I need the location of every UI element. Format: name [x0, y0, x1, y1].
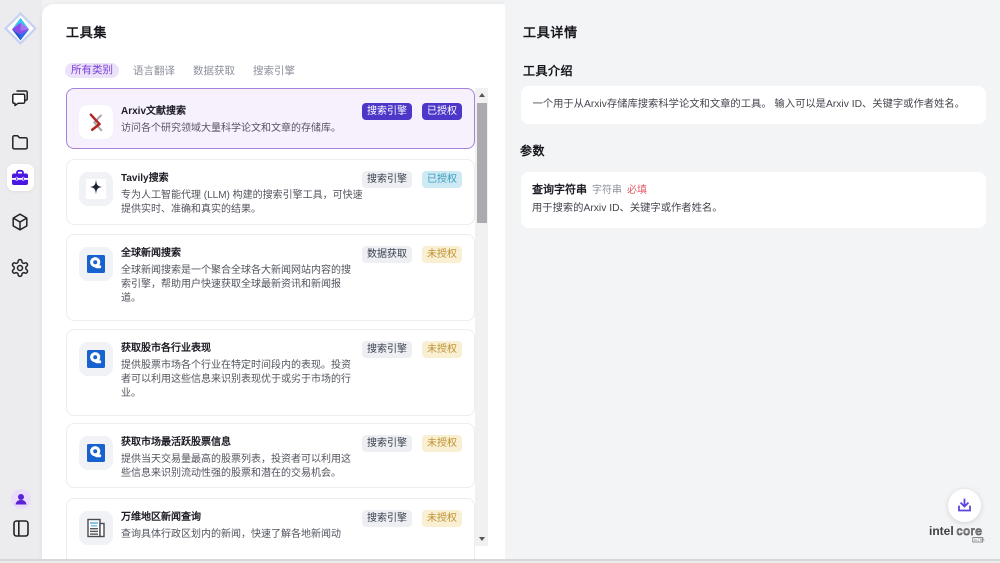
svg-text:intel: intel — [929, 524, 954, 538]
svg-text:ULTRA: ULTRA — [974, 538, 985, 542]
svg-text:core: core — [957, 524, 983, 538]
